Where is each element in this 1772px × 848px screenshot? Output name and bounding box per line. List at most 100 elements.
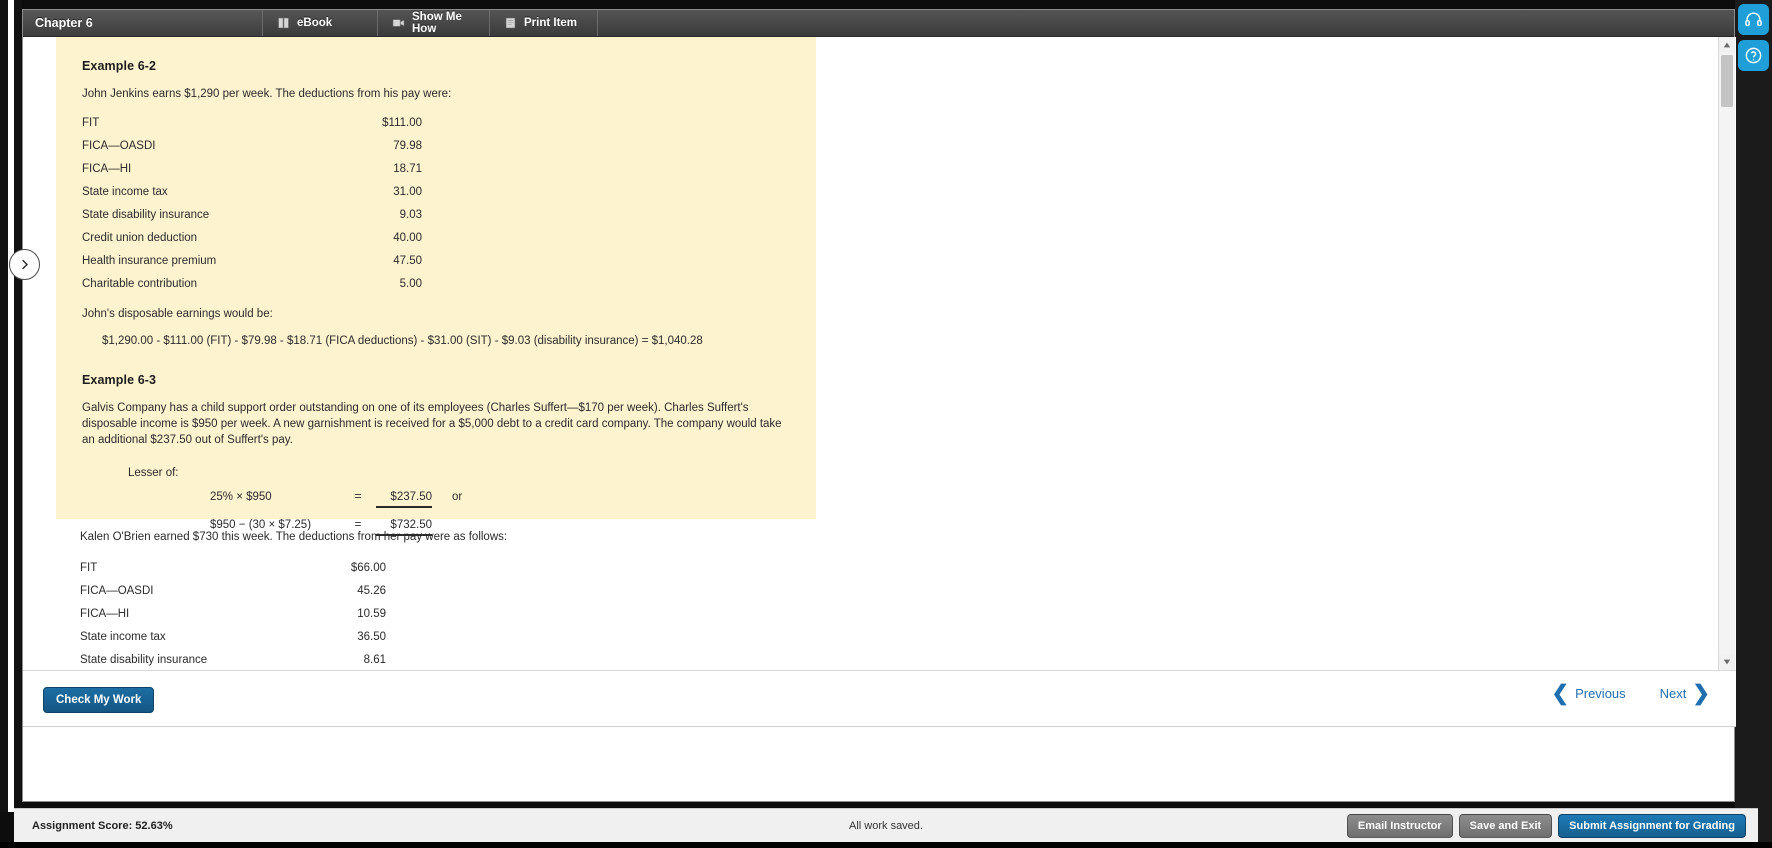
table-row: FIT $66.00 — [80, 556, 386, 579]
example-6-3-paragraph: Galvis Company has a child support order… — [82, 401, 782, 447]
table-row: FICA—OASDI 79.98 — [82, 134, 422, 157]
scrollbar-track[interactable] — [1719, 53, 1735, 654]
assignment-nav-strip: Check My Work ❮ Previous Next ❯ — [23, 670, 1736, 726]
footer-action-buttons: Email Instructor Save and Exit Submit As… — [1346, 813, 1746, 838]
disposable-earnings-lead: John's disposable earnings would be: — [82, 308, 273, 321]
tab-bar-filler — [598, 10, 1734, 36]
tab-print-item-label: Print Item — [524, 17, 578, 29]
video-icon — [392, 19, 405, 27]
right-utility-rail — [1735, 0, 1772, 848]
top-tab-bar: Chapter 6 eBook Show Me How Print Item — [23, 10, 1734, 37]
save-and-exit-button[interactable]: Save and Exit — [1458, 813, 1553, 838]
table-row: State disability insurance 8.61 — [80, 648, 386, 670]
assignment-window: Chapter 6 eBook Show Me How Print Item E… — [22, 9, 1736, 802]
previous-button[interactable]: ❮ Previous — [1551, 683, 1625, 704]
deduction-label: State disability insurance — [80, 653, 208, 666]
content-vertical-scrollbar[interactable] — [1718, 37, 1735, 670]
example-6-2-deduction-table: FIT $111.00 FICA—OASDI 79.98 FICA—HI 18.… — [82, 111, 422, 295]
tab-chapter[interactable]: Chapter 6 — [23, 10, 263, 36]
left-strip-highlight — [8, 0, 14, 812]
deduction-amount: 8.61 — [363, 653, 386, 666]
deduction-label: FIT — [80, 561, 98, 574]
deduction-label: FICA—HI — [82, 162, 132, 175]
question-deduction-table: FIT $66.00 FICA—OASDI 45.26 FICA—HI 10.5… — [56, 556, 386, 670]
deduction-amount: 18.71 — [393, 162, 422, 175]
content-body: Example 6-2 John Jenkins earns $1,290 pe… — [23, 37, 1712, 670]
calculation-expression: 25% × $950 — [210, 490, 272, 503]
save-status-text: All work saved. — [849, 819, 923, 832]
bottom-gutter — [0, 842, 1772, 848]
nav-bottom-divider — [23, 726, 1736, 727]
printer-icon — [505, 17, 516, 29]
deduction-amount: 47.50 — [393, 254, 422, 267]
support-headset-button[interactable] — [1738, 4, 1769, 35]
deduction-amount: 45.26 — [357, 584, 386, 597]
deduction-amount: $66.00 — [350, 561, 386, 574]
chevron-right-icon: ❯ — [1692, 682, 1710, 705]
deduction-label: FICA—OASDI — [82, 139, 156, 152]
calculation-value: $237.50 — [376, 491, 432, 508]
deduction-label: State disability insurance — [82, 208, 210, 221]
table-row: State income tax 31.00 — [82, 180, 422, 203]
table-row: Credit union deduction 40.00 — [82, 226, 422, 249]
deduction-label: Health insurance premium — [82, 254, 217, 267]
example-callout-box: Example 6-2 John Jenkins earns $1,290 pe… — [56, 37, 816, 536]
content-scroll-viewport: Example 6-2 John Jenkins earns $1,290 pe… — [23, 37, 1736, 670]
submit-assignment-button[interactable]: Submit Assignment for Grading — [1558, 813, 1746, 838]
assignment-score-label: Assignment Score: 52.63% — [32, 819, 173, 832]
tab-ebook[interactable]: eBook — [263, 10, 378, 36]
chevron-left-icon: ❮ — [1551, 682, 1570, 705]
scroll-up-arrow[interactable] — [1719, 37, 1735, 53]
deduction-label: State income tax — [80, 630, 166, 643]
scrollbar-thumb[interactable] — [1721, 55, 1733, 107]
table-row: State disability insurance 9.03 — [82, 203, 422, 226]
question-intro: Kalen O'Brien earned $730 this week. The… — [80, 531, 508, 543]
left-edge-strip — [0, 0, 22, 812]
email-instructor-button[interactable]: Email Instructor — [1346, 813, 1453, 838]
next-label: Next — [1659, 686, 1687, 701]
question-section: Kalen O'Brien earned $730 this week. The… — [56, 529, 816, 670]
deduction-amount: 36.50 — [357, 630, 386, 643]
chevron-down-icon — [1723, 659, 1731, 665]
tab-chapter-label: Chapter 6 — [35, 16, 93, 30]
table-row: FICA—HI 10.59 — [80, 602, 386, 625]
tab-ebook-label: eBook — [297, 17, 333, 29]
chevron-up-icon — [1723, 42, 1731, 48]
deduction-label: FICA—HI — [80, 607, 130, 620]
deduction-label: FICA—OASDI — [80, 584, 154, 597]
tab-print-item[interactable]: Print Item — [490, 10, 598, 36]
deduction-amount: 31.00 — [393, 185, 422, 198]
deduction-label: FIT — [82, 116, 100, 129]
deduction-label: Charitable contribution — [82, 277, 198, 290]
deduction-amount: $111.00 — [382, 116, 422, 129]
table-row: FICA—HI 18.71 — [82, 157, 422, 180]
table-row: Health insurance premium 47.50 — [82, 249, 422, 272]
chevron-right-icon — [22, 259, 29, 270]
deduction-amount: 9.03 — [399, 208, 422, 221]
deduction-amount: 5.00 — [399, 277, 422, 290]
deduction-label: State income tax — [82, 185, 168, 198]
lesser-of-block: Lesser of: 25% × $950 = $237.50 or $950 … — [82, 467, 790, 536]
previous-label: Previous — [1575, 686, 1626, 701]
deduction-label: Credit union deduction — [82, 231, 198, 244]
scroll-down-arrow[interactable] — [1719, 654, 1735, 670]
disposable-earnings-calculation: $1,290.00 - $111.00 (FIT) - $79.98 - $18… — [102, 334, 703, 347]
deduction-amount: 40.00 — [393, 231, 422, 244]
example-6-2-title: Example 6-2 — [82, 59, 157, 73]
example-6-3-title: Example 6-3 — [82, 372, 157, 387]
table-row: State income tax 36.50 — [80, 625, 386, 648]
assignment-footer: Assignment Score: 52.63% All work saved.… — [14, 808, 1758, 842]
deduction-amount: 10.59 — [357, 607, 386, 620]
check-my-work-button[interactable]: Check My Work — [43, 687, 155, 713]
deduction-amount: 79.98 — [393, 139, 422, 152]
help-button[interactable] — [1738, 40, 1769, 71]
table-row: FIT $111.00 — [82, 111, 422, 134]
equals-sign: = — [354, 490, 362, 503]
headset-icon — [1745, 12, 1762, 27]
tab-show-me-how[interactable]: Show Me How — [378, 10, 490, 36]
tab-show-me-how-label: Show Me How — [412, 11, 462, 35]
next-button[interactable]: Next ❯ — [1660, 683, 1710, 704]
pager-controls: ❮ Previous Next ❯ — [1551, 683, 1710, 704]
expand-panel-toggle[interactable] — [9, 249, 40, 280]
calculation-row: 25% × $950 = $237.50 or — [210, 491, 790, 508]
